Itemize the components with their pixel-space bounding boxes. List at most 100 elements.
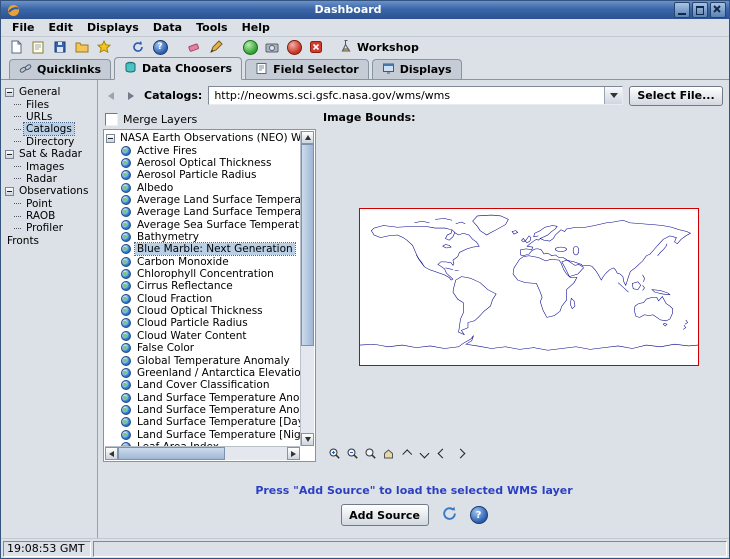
wms-layer-item[interactable]: Albedo: [106, 182, 300, 194]
sidebar-tree-item[interactable]: Radar: [1, 173, 97, 185]
vertical-scrollbar[interactable]: [300, 131, 314, 446]
open-folder-icon[interactable]: [73, 38, 91, 56]
layers-root-node[interactable]: NASA Earth Observations (NEO) WMS: [106, 132, 300, 145]
sidebar-tree-item[interactable]: Files: [1, 98, 97, 110]
sidebar-tree-item[interactable]: Fronts: [1, 235, 97, 247]
wms-layer-item[interactable]: Land Surface Temperature Anom: [106, 404, 300, 416]
pencil-icon[interactable]: [207, 38, 225, 56]
wms-layer-item[interactable]: Aerosol Particle Radius: [106, 169, 300, 181]
scroll-left-icon[interactable]: [105, 447, 118, 460]
wms-layer-item[interactable]: Global Temperature Anomaly: [106, 354, 300, 366]
refresh-icon[interactable]: [441, 505, 458, 525]
workshop-button[interactable]: Workshop: [339, 39, 419, 56]
tab-data-choosers[interactable]: Data Choosers: [114, 57, 242, 80]
zoom-reset-icon[interactable]: [363, 446, 378, 461]
wms-layer-item[interactable]: Carbon Monoxide: [106, 256, 300, 268]
image-bounds-map[interactable]: [359, 208, 699, 366]
tab-quicklinks[interactable]: Quicklinks: [9, 59, 111, 79]
scrollbar-thumb[interactable]: [118, 447, 225, 460]
edit-notepad-icon[interactable]: [29, 38, 47, 56]
wms-layer-item[interactable]: Average Land Surface Temperatu: [106, 194, 300, 206]
wms-layer-item[interactable]: Land Cover Classification: [106, 379, 300, 391]
new-document-icon[interactable]: [7, 38, 25, 56]
sidebar-tree-item[interactable]: Observations: [1, 185, 97, 197]
pan-up-icon[interactable]: [399, 446, 414, 461]
menu-item[interactable]: Help: [235, 20, 277, 35]
close-button[interactable]: [710, 2, 726, 18]
wms-layer-item[interactable]: Bathymetry: [106, 231, 300, 243]
wms-layer-item[interactable]: Cloud Optical Thickness: [106, 305, 300, 317]
select-file-button[interactable]: Select File...: [629, 86, 723, 106]
menu-item[interactable]: Data: [146, 20, 189, 35]
scrollbar-thumb[interactable]: [301, 144, 314, 346]
wms-layer-item[interactable]: Aerosol Optical Thickness: [106, 157, 300, 169]
zoom-in-icon[interactable]: [327, 446, 342, 461]
wms-layer-item[interactable]: Cloud Water Content: [106, 330, 300, 342]
sidebar-tree-item[interactable]: Images: [1, 160, 97, 172]
pan-right-icon[interactable]: [453, 446, 468, 461]
menu-item[interactable]: Displays: [80, 20, 146, 35]
pan-down-icon[interactable]: [417, 446, 432, 461]
title-bar[interactable]: Dashboard: [1, 1, 729, 19]
sidebar-tree-item[interactable]: Profiler: [1, 222, 97, 234]
horizontal-scrollbar[interactable]: [105, 446, 300, 460]
dashboard-window: Dashboard FileEditDisplaysDataToolsHelp …: [0, 0, 730, 559]
combobox-dropdown-icon[interactable]: [604, 87, 622, 104]
undo-icon[interactable]: [129, 38, 147, 56]
wms-layer-item[interactable]: Cirrus Reflectance: [106, 280, 300, 292]
wms-layer-item[interactable]: Land Surface Temperature [Day]: [106, 416, 300, 428]
tree-toggle-icon[interactable]: [5, 88, 14, 97]
scroll-down-icon[interactable]: [301, 433, 314, 446]
tree-toggle-icon[interactable]: [5, 187, 14, 196]
layer-label: Land Surface Temperature [Day]: [135, 416, 300, 428]
menu-item[interactable]: File: [5, 20, 42, 35]
record-red-icon[interactable]: [285, 38, 303, 56]
wms-layer-item[interactable]: Active Fires: [106, 145, 300, 157]
sidebar-tree-item[interactable]: URLs: [1, 111, 97, 123]
maximize-button[interactable]: [692, 2, 708, 18]
wms-layer-item[interactable]: False Color: [106, 342, 300, 354]
catalog-url-value[interactable]: http://neowms.sci.gsfc.nasa.gov/wms/wms: [209, 89, 604, 102]
tab-displays[interactable]: Displays: [372, 59, 462, 79]
tree-toggle-icon[interactable]: [106, 134, 115, 143]
minimize-button[interactable]: [674, 2, 690, 18]
scroll-up-icon[interactable]: [301, 131, 314, 144]
menu-item[interactable]: Edit: [42, 20, 80, 35]
wms-layer-item[interactable]: Cloud Fraction: [106, 293, 300, 305]
sidebar-tree-item[interactable]: Catalogs: [1, 123, 97, 135]
wms-layer-item[interactable]: Average Land Surface Temperatu: [106, 206, 300, 218]
eraser-icon[interactable]: [185, 38, 203, 56]
wms-layer-item[interactable]: Land Surface Temperature [Night: [106, 428, 300, 440]
wms-layer-item[interactable]: Greenland / Antarctica Elevation: [106, 367, 300, 379]
record-green-icon[interactable]: [241, 38, 259, 56]
wms-layer-item[interactable]: Blue Marble: Next Generation: [106, 243, 300, 255]
tab-field-selector[interactable]: Field Selector: [245, 59, 369, 79]
snapshot-camera-icon[interactable]: [263, 38, 281, 56]
wms-layer-item[interactable]: Chlorophyll Concentration: [106, 268, 300, 280]
sidebar-tree-item[interactable]: Point: [1, 198, 97, 210]
history-back-icon[interactable]: [104, 89, 118, 103]
sidebar-tree-item[interactable]: Directory: [1, 136, 97, 148]
add-source-button[interactable]: Add Source: [341, 504, 429, 526]
catalog-url-combobox[interactable]: http://neowms.sci.gsfc.nasa.gov/wms/wms: [208, 86, 623, 105]
pan-left-icon[interactable]: [435, 446, 450, 461]
scroll-right-icon[interactable]: [287, 447, 300, 460]
layer-label: False Color: [135, 342, 196, 354]
tree-toggle-icon[interactable]: [5, 150, 14, 159]
wms-layer-item[interactable]: Average Sea Surface Temperatur: [106, 219, 300, 231]
sidebar-tree-item[interactable]: RAOB: [1, 210, 97, 222]
menu-item[interactable]: Tools: [189, 20, 234, 35]
sidebar-tree-item[interactable]: Sat & Radar: [1, 148, 97, 160]
zoom-out-icon[interactable]: [345, 446, 360, 461]
stop-icon[interactable]: [307, 38, 325, 56]
wms-layer-item[interactable]: Land Surface Temperature Anom: [106, 391, 300, 403]
favorites-star-icon[interactable]: [95, 38, 113, 56]
merge-layers-checkbox[interactable]: [105, 113, 118, 126]
home-icon[interactable]: [381, 446, 396, 461]
wms-layer-item[interactable]: Cloud Particle Radius: [106, 317, 300, 329]
save-icon[interactable]: [51, 38, 69, 56]
sidebar-tree-item[interactable]: General: [1, 86, 97, 98]
help-icon[interactable]: ?: [151, 38, 169, 56]
history-forward-icon[interactable]: [124, 89, 138, 103]
help-icon[interactable]: ?: [470, 506, 488, 524]
